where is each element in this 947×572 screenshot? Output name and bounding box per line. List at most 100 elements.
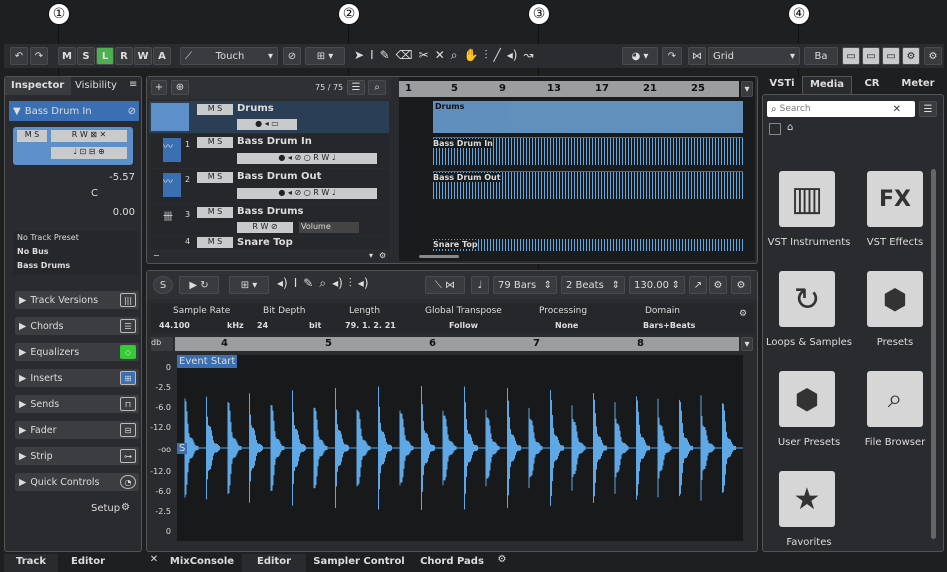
- info-value[interactable]: Bars+Beats: [643, 321, 695, 330]
- tab-inspector[interactable]: Inspector: [5, 77, 71, 95]
- monitor-buttons[interactable]: ♩ ⊡ ⊟ ⊕: [51, 147, 127, 159]
- zoom-icon[interactable]: ⌕: [451, 48, 458, 63]
- file-browser-icon[interactable]: ⌕: [867, 371, 923, 427]
- presets-icon[interactable]: ⬢: [867, 271, 923, 327]
- read-write-buttons[interactable]: R W ⊠ ✕: [51, 130, 127, 142]
- add-folder-icon[interactable]: ⊕: [171, 80, 189, 95]
- event-bass-drum-in[interactable]: Bass Drum In: [433, 137, 743, 165]
- snap-type-select[interactable]: Grid ▾: [708, 47, 800, 65]
- lower-zone-icon[interactable]: ▭: [862, 47, 880, 65]
- input-routing[interactable]: No Bus: [17, 245, 139, 259]
- section-track-versions[interactable]: ▶ Track Versions |||: [15, 291, 139, 309]
- comp-icon[interactable]: ⫶: [484, 48, 487, 63]
- track-name-bar[interactable]: ▼ Bass Drum In ⊘: [9, 101, 139, 121]
- close-icon[interactable]: ✕: [146, 554, 162, 572]
- track-buttons[interactable]: ● ◂ ⊘ ○ R W ♩: [237, 153, 377, 164]
- grid-type-select[interactable]: Ba: [804, 47, 838, 65]
- scrollbar[interactable]: [931, 169, 936, 539]
- settings-icon[interactable]: ⚙: [709, 276, 727, 294]
- list-view-icon[interactable]: ☰: [919, 101, 937, 117]
- mute-tool-icon[interactable]: ✕: [435, 48, 445, 63]
- pencil-icon[interactable]: ✎: [303, 276, 313, 291]
- track-buttons[interactable]: ● ◂ ⊘ ○ R W ♩: [237, 188, 377, 199]
- search-icon[interactable]: ⌕: [368, 80, 386, 95]
- sync-marker[interactable]: S: [177, 443, 188, 454]
- mute-button[interactable]: M: [58, 47, 76, 65]
- solo-button[interactable]: S: [77, 47, 95, 65]
- automation-button[interactable]: A: [153, 47, 171, 65]
- tempo-field[interactable]: 130.00 ⇕: [629, 276, 685, 294]
- tab-media[interactable]: Media: [802, 76, 852, 94]
- mute-solo-buttons[interactable]: M S: [197, 237, 233, 248]
- pencil-icon[interactable]: ✎: [380, 48, 390, 63]
- tab-cr[interactable]: CR: [852, 76, 892, 94]
- favorites-icon[interactable]: ★: [779, 471, 835, 527]
- section-quick-controls[interactable]: ▶ Quick Controls ◔: [15, 473, 139, 491]
- eraser-icon[interactable]: ⌫: [396, 48, 413, 63]
- gear-icon[interactable]: ⚙: [379, 251, 386, 260]
- pointer-icon[interactable]: ➤: [354, 48, 364, 63]
- event-bass-drum-out[interactable]: Bass Drum Out: [433, 171, 743, 199]
- output-routing[interactable]: Bass Drums: [17, 259, 139, 273]
- mute-solo-buttons[interactable]: M S: [17, 130, 47, 142]
- section-equalizers[interactable]: ▶ Equalizers ◇: [15, 343, 139, 361]
- track-buttons[interactable]: R W ⊘: [237, 222, 293, 233]
- mute-solo-buttons[interactable]: M S: [197, 207, 233, 218]
- event-drums[interactable]: Drums: [433, 101, 743, 133]
- automation-parameter[interactable]: Volume: [299, 222, 359, 233]
- setup-window-icon[interactable]: ⚙: [902, 47, 920, 65]
- speaker-icon[interactable]: ◂): [332, 276, 343, 291]
- write-button[interactable]: W: [134, 47, 152, 65]
- read-button[interactable]: R: [115, 47, 133, 65]
- listen-button[interactable]: L: [96, 47, 114, 65]
- info-value[interactable]: Follow: [449, 321, 478, 330]
- info-value[interactable]: None: [555, 321, 578, 330]
- section-sends[interactable]: ▶ Sends ⊓: [15, 395, 139, 413]
- menu-icon[interactable]: ≡: [129, 79, 137, 90]
- tab-track[interactable]: Track: [4, 554, 58, 572]
- search-input[interactable]: [779, 104, 890, 114]
- redo-icon[interactable]: ↷: [30, 47, 48, 65]
- tab-editor[interactable]: Editor: [242, 554, 306, 572]
- minus-icon[interactable]: −: [153, 251, 160, 260]
- db-select[interactable]: db: [151, 337, 173, 351]
- add-track-icon[interactable]: +: [151, 80, 167, 95]
- tab-chord-pads[interactable]: Chord Pads: [412, 554, 492, 572]
- track-list-icon[interactable]: ☰: [347, 80, 365, 95]
- loops-samples-icon[interactable]: ↻: [779, 271, 835, 327]
- hand-icon[interactable]: ✋: [464, 48, 479, 63]
- note-icon[interactable]: ♩: [471, 276, 489, 294]
- split-icon[interactable]: ✂: [419, 48, 429, 63]
- tab-meter[interactable]: Meter: [892, 76, 944, 94]
- chevron-down-icon[interactable]: ▾: [369, 251, 373, 260]
- gear-icon[interactable]: ⚙: [492, 554, 512, 572]
- solo-editor-icon[interactable]: S: [153, 276, 173, 294]
- constrain-icon[interactable]: ⊘: [283, 47, 301, 65]
- track-row[interactable]: 〰 1 M S Bass Drum In ● ◂ ⊘ ○ R W ♩: [149, 134, 389, 168]
- tab-editor-left[interactable]: Editor: [58, 554, 118, 572]
- vst-instruments-icon[interactable]: ▥: [779, 171, 835, 227]
- edit-icon[interactable]: ⊘: [128, 106, 136, 117]
- tab-mixconsole[interactable]: MixConsole: [162, 554, 242, 572]
- event-display[interactable]: 1 5 9 13 17 21 25 ▾ Drums Bass Drum In B…: [399, 77, 755, 261]
- tab-sampler-control[interactable]: Sampler Control: [306, 554, 412, 572]
- info-value[interactable]: 44.100: [159, 321, 190, 330]
- tab-visibility[interactable]: Visibility: [75, 80, 117, 91]
- beats-field[interactable]: 2 Beats ⇕: [561, 276, 625, 294]
- editor-ruler[interactable]: 4 5 6 7 8: [175, 337, 739, 351]
- track-row-folder[interactable]: M S Drums ● ◂ ▭: [149, 101, 389, 133]
- mute-solo-buttons[interactable]: M S: [197, 137, 233, 148]
- gear-icon[interactable]: ⚙: [731, 276, 751, 294]
- undo-icon[interactable]: ↶: [10, 47, 28, 65]
- chevron-down-icon[interactable]: ▾: [741, 81, 753, 97]
- waveform-display[interactable]: Event Start S: [177, 355, 743, 541]
- expand-icon[interactable]: ↗: [689, 276, 707, 294]
- checkbox[interactable]: [769, 123, 781, 135]
- mute-solo-buttons[interactable]: M S: [197, 104, 233, 115]
- search-box[interactable]: ⌕ ✕: [767, 101, 915, 117]
- tool-mode-select[interactable]: ⊞ ▾: [229, 276, 269, 294]
- event-snare-top[interactable]: Snare Top: [433, 239, 743, 251]
- right-zone-icon[interactable]: ▭: [882, 47, 900, 65]
- tool-mode-select[interactable]: ⊞ ▾: [305, 47, 345, 65]
- length-field[interactable]: 79 Bars ⇕: [493, 276, 557, 294]
